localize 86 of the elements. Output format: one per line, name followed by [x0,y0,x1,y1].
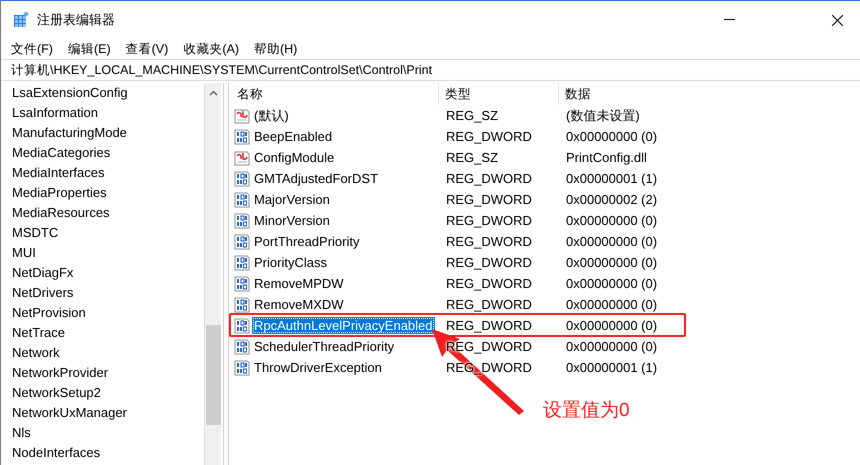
tree-item[interactable]: NetworkProvider [12,363,204,383]
binary-value-icon [234,254,250,270]
tree-item[interactable]: ManufacturingMode [12,123,204,143]
value-type: REG_DWORD [445,234,532,249]
tree-item[interactable]: Nls [12,423,204,443]
menu-item[interactable]: 收藏夹(A) [183,40,239,58]
tree-item[interactable]: LsaExtensionConfig [12,83,204,103]
address-bar[interactable]: 计算机\HKEY_LOCAL_MACHINE\SYSTEM\CurrentControlSet\Control\Print [1,59,860,81]
tree-item[interactable]: NetworkUxManager [12,403,204,423]
value-type: REG_DWORD [445,171,532,186]
value-data: 0x00000000 (0) [565,276,658,291]
tree-item[interactable]: MediaProperties [12,183,204,203]
tree-item[interactable]: NetDiagFx [12,263,204,283]
value-type: REG_DWORD [445,255,532,270]
value-data: 0x00000000 (0) [565,339,658,354]
value-name[interactable]: MajorVersion [252,191,332,208]
tree-item[interactable]: NetProvision [12,303,204,323]
menu-item[interactable]: 查看(V) [126,40,168,58]
window-title: 注册表编辑器 [37,11,116,29]
value-name[interactable]: BeepEnabled [252,128,334,145]
column-header[interactable]: 类型 [439,83,559,105]
annotation-text: 设置值为0 [543,399,630,423]
tree-item[interactable]: NetTrace [12,323,204,343]
column-header[interactable]: 数据 [559,83,860,105]
tree-item[interactable]: NodeInterfaces [12,443,204,463]
value-type: REG_SZ [445,108,498,123]
value-data: 0x00000000 (0) [565,129,658,144]
value-data: 0x00000001 (1) [565,360,658,375]
scroll-thumb[interactable] [206,325,220,425]
string-value-icon [234,108,250,124]
binary-value-icon [234,360,250,376]
binary-value-icon [234,170,250,186]
value-type: REG_DWORD [445,297,532,312]
value-name[interactable]: SchedulerThreadPriority [252,338,396,355]
value-data: 0x00000000 (0) [565,297,658,312]
value-name[interactable]: RpcAuthnLevelPrivacyEnabled [252,317,434,334]
scrollbar[interactable] [204,83,221,465]
value-type: REG_SZ [445,150,498,165]
value-type: REG_DWORD [445,129,532,144]
tree-item[interactable]: MediaInterfaces [12,163,204,183]
binary-value-icon [234,212,250,228]
binary-value-icon [234,128,250,144]
string-value-icon [234,150,250,166]
value-type: REG_DWORD [445,213,532,228]
menu-item[interactable]: 帮助(H) [254,40,298,58]
value-data: 0x00000000 (0) [565,255,658,270]
tree-item[interactable]: NetDrivers [12,283,204,303]
value-data: (数值未设置) [565,106,640,124]
value-data: 0x00000000 (0) [565,213,658,228]
value-data: PrintConfig.dll [565,150,647,165]
scroll-up-icon [208,90,218,96]
tree-item[interactable]: Network [12,343,204,363]
tree-item[interactable]: NetworkSetup2 [12,383,204,403]
value-name[interactable]: (默认) [252,106,291,126]
binary-value-icon [234,296,250,312]
value-name[interactable]: GMTAdjustedForDST [252,170,380,187]
tree-item[interactable]: LsaInformation [12,103,204,123]
value-data: 0x00000002 (2) [565,192,658,207]
column-header[interactable]: 名称 [231,83,439,105]
value-type: REG_DWORD [445,276,532,291]
value-name[interactable]: MinorVersion [252,212,332,229]
close-icon[interactable] [832,14,842,26]
binary-value-icon [234,234,250,250]
value-name[interactable]: PortThreadPriority [252,233,362,250]
binary-value-icon [234,276,250,292]
value-name[interactable]: ThrowDriverException [252,359,384,376]
tree-item[interactable]: MSDTC [12,223,204,243]
value-data: 0x00000000 (0) [565,318,658,333]
value-data: 0x00000000 (0) [565,234,658,249]
binary-value-icon [234,318,250,334]
minimize-icon[interactable] [724,19,734,21]
value-name[interactable]: ConfigModule [252,149,336,166]
tree-item[interactable]: MediaResources [12,203,204,223]
binary-value-icon [234,192,250,208]
tree-item[interactable]: MUI [12,243,204,263]
value-name[interactable]: RemoveMXDW [252,296,346,313]
tree-item[interactable]: MediaCategories [12,143,204,163]
binary-value-icon [234,338,250,354]
menu-item[interactable]: 文件(F) [11,40,53,58]
value-type: REG_DWORD [445,318,532,333]
registry-icon [13,12,29,28]
menu-item[interactable]: 编辑(E) [68,40,111,58]
value-type: REG_DWORD [445,192,532,207]
value-name[interactable]: RemoveMPDW [252,275,346,292]
value-name[interactable]: PriorityClass [252,254,329,271]
value-data: 0x00000001 (1) [565,171,658,186]
